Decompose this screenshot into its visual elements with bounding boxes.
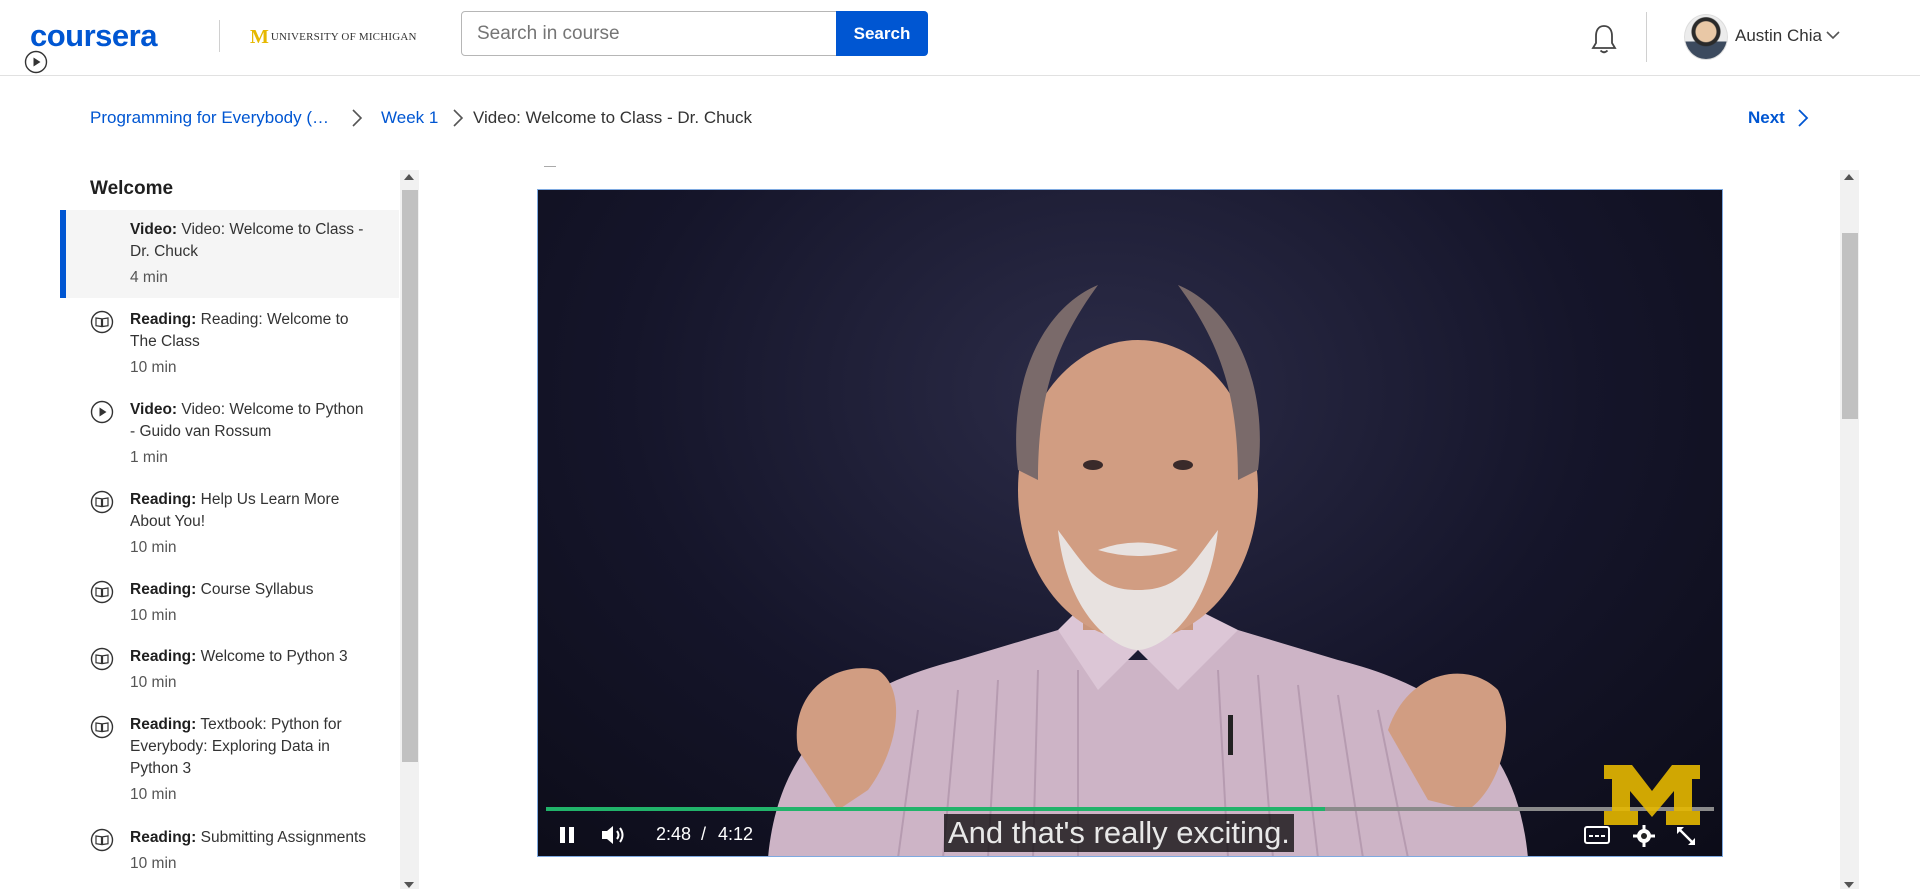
university-name: UNIVERSITY OF MICHIGAN xyxy=(270,31,417,43)
notification-bell-icon[interactable] xyxy=(1588,22,1620,56)
play-icon xyxy=(90,400,114,424)
book-icon xyxy=(90,715,114,739)
item-duration: 10 min xyxy=(130,786,177,803)
item-title: Course Syllabus xyxy=(200,581,314,598)
video-current-time: 2:48 xyxy=(656,824,692,844)
sidebar-item-reading-python3[interactable]: Reading: Welcome to Python 3 10 min xyxy=(60,637,399,703)
user-name[interactable]: Austin Chia xyxy=(1735,26,1822,46)
search-button[interactable]: Search xyxy=(836,11,928,56)
chevron-right-icon xyxy=(453,109,464,127)
next-button[interactable]: Next xyxy=(1748,108,1809,128)
scroll-down-arrow-icon[interactable] xyxy=(1844,882,1854,888)
video-player[interactable]: 2:48 / 4:12 And that's really exciting. xyxy=(537,189,1723,857)
sidebar-scrollbar-thumb[interactable] xyxy=(402,190,418,762)
volume-icon[interactable] xyxy=(600,824,628,846)
item-duration: 10 min xyxy=(130,539,177,556)
video-progress-fill xyxy=(546,807,1326,811)
pause-icon[interactable] xyxy=(558,824,578,846)
scroll-up-arrow-icon[interactable] xyxy=(404,174,414,180)
coursera-logo[interactable]: coursera xyxy=(30,18,157,54)
item-title: Submitting Assignments xyxy=(200,829,367,846)
breadcrumb-week[interactable]: Week 1 xyxy=(381,108,438,128)
captions-icon[interactable] xyxy=(1583,824,1611,846)
scroll-up-arrow-icon[interactable] xyxy=(1844,174,1854,180)
item-type: Reading: xyxy=(130,829,197,846)
item-title: Welcome to Python 3 xyxy=(200,648,348,665)
sidebar-item-video-python[interactable]: Video: Video: Welcome to Python - Guido … xyxy=(60,390,399,478)
sidebar-item-reading-syllabus[interactable]: Reading: Course Syllabus 10 min xyxy=(60,570,399,636)
book-icon xyxy=(90,647,114,671)
item-type: Reading: xyxy=(130,491,197,508)
michigan-m-mark: M xyxy=(250,26,269,48)
next-label: Next xyxy=(1748,108,1785,127)
video-caption: And that's really exciting. xyxy=(944,814,1294,852)
sidebar-item-reading-welcome[interactable]: Reading: Reading: Welcome to The Class 1… xyxy=(60,300,399,388)
video-time-separator: / xyxy=(701,824,707,844)
michigan-m-watermark xyxy=(1604,765,1700,825)
settings-gear-icon[interactable] xyxy=(1632,824,1656,848)
item-type: Video: xyxy=(130,221,178,238)
item-duration: 4 min xyxy=(130,269,168,286)
search-input[interactable] xyxy=(461,11,837,56)
book-icon xyxy=(90,310,114,334)
book-icon xyxy=(90,580,114,604)
item-duration: 1 min xyxy=(130,449,168,466)
user-avatar[interactable] xyxy=(1684,14,1728,60)
breadcrumb-course[interactable]: Programming for Everybody (… xyxy=(90,108,329,128)
item-duration: 10 min xyxy=(130,607,177,624)
breadcrumb-current: Video: Welcome to Class - Dr. Chuck xyxy=(473,108,753,127)
item-type: Reading: xyxy=(130,581,197,598)
header-divider xyxy=(1646,12,1647,62)
item-type: Video: xyxy=(130,401,178,418)
video-progress-bar[interactable] xyxy=(546,807,1714,811)
sidebar-item-reading-learn-more[interactable]: Reading: Help Us Learn More About You! 1… xyxy=(60,480,399,568)
page-scrollbar-thumb[interactable] xyxy=(1842,233,1858,419)
sidebar-item-reading-textbook[interactable]: Reading: Textbook: Python for Everybody:… xyxy=(60,705,399,817)
fullscreen-icon[interactable] xyxy=(1674,824,1698,848)
top-header: coursera M UNIVERSITY OF MICHIGAN Search… xyxy=(0,0,1920,76)
divider xyxy=(544,166,556,167)
video-frame xyxy=(768,285,1528,856)
item-type: Reading: xyxy=(130,648,197,665)
sidebar-item-video-welcome[interactable]: Video: Video: Welcome to Class - Dr. Chu… xyxy=(24,50,399,298)
university-logo[interactable]: M UNIVERSITY OF MICHIGAN xyxy=(250,27,417,47)
item-duration: 10 min xyxy=(130,855,177,872)
module-sidebar: Welcome Video: Video: Welcome to Class -… xyxy=(24,50,399,889)
item-duration: 10 min xyxy=(130,674,177,691)
module-title: Welcome xyxy=(90,178,174,199)
chevron-right-icon xyxy=(352,109,363,127)
book-icon xyxy=(90,490,114,514)
chevron-right-icon xyxy=(1798,109,1809,127)
video-total-time: 4:12 xyxy=(718,824,754,844)
header-divider xyxy=(219,20,220,52)
item-duration: 10 min xyxy=(130,359,177,376)
sidebar-item-reading-submitting[interactable]: Reading: Submitting Assignments 10 min xyxy=(60,818,399,884)
item-type: Reading: xyxy=(130,716,197,733)
item-type: Reading: xyxy=(130,311,197,328)
chevron-down-icon[interactable] xyxy=(1825,28,1841,42)
scroll-down-arrow-icon[interactable] xyxy=(404,882,414,888)
book-icon xyxy=(90,828,114,852)
